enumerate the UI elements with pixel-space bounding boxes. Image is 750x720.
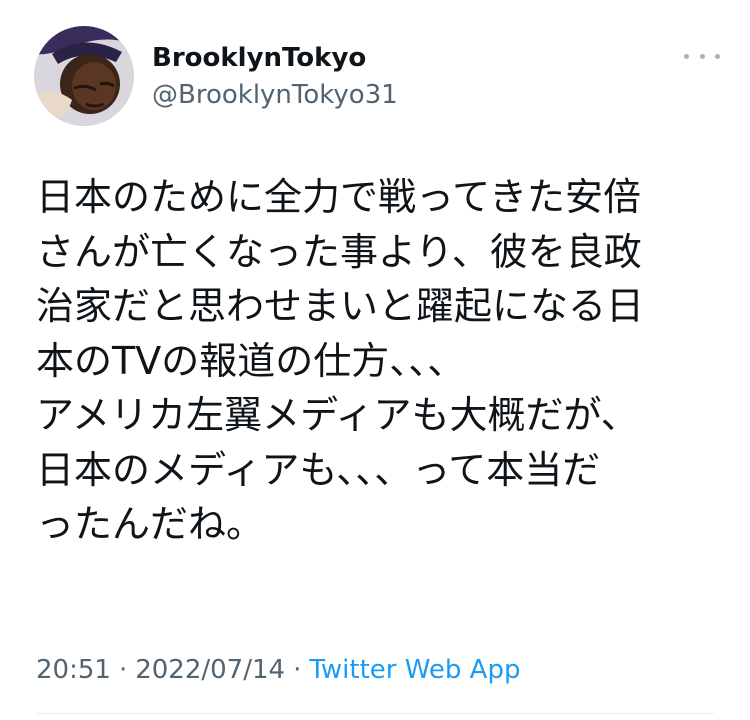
profile-photo-icon xyxy=(34,26,134,126)
tweet-text-line: 本のTVの報道の仕方、、、 xyxy=(36,338,466,383)
tweet-text-line: 日本のために全力で戦ってきた安倍 xyxy=(36,175,641,219)
tweet-text: 日本のために全力で戦ってきた安倍 さんが亡くなった事より、彼を良政 治家だと思わ… xyxy=(36,170,726,552)
tweet-text-line: 治家だと思わせまいと躍起になる日 xyxy=(36,284,645,328)
tweet-time[interactable]: 20:51 xyxy=(36,655,111,685)
more-dot xyxy=(699,53,705,59)
tweet-text-line: ったんだね。 xyxy=(36,502,265,546)
tweet-text-line: 日本のメディアも、、、って本当だ xyxy=(36,447,601,492)
more-dot xyxy=(715,53,720,59)
tweet-date[interactable]: 2022/07/14 xyxy=(135,655,285,685)
meta-separator: · xyxy=(118,655,128,685)
more-dot xyxy=(684,53,689,59)
more-icon[interactable] xyxy=(684,46,720,66)
tweet-source-link[interactable]: Twitter Web App xyxy=(309,655,520,685)
tweet: BrooklynTokyo @BrooklynTokyo31 日本のために全力で… xyxy=(0,0,750,720)
divider xyxy=(36,713,714,714)
meta-separator: · xyxy=(293,655,302,685)
avatar[interactable] xyxy=(34,26,134,126)
tweet-text-line: さんが亡くなった事より、彼を良政 xyxy=(36,229,642,274)
tweet-text-line: アメリカ左翼メディアも大概だが、 xyxy=(36,393,639,437)
display-name[interactable]: BrooklynTokyo xyxy=(152,42,366,74)
tweet-metadata: 20:51 · 2022/07/14 · Twitter Web App xyxy=(36,653,520,687)
user-handle[interactable]: @BrooklynTokyo31 xyxy=(152,79,398,111)
